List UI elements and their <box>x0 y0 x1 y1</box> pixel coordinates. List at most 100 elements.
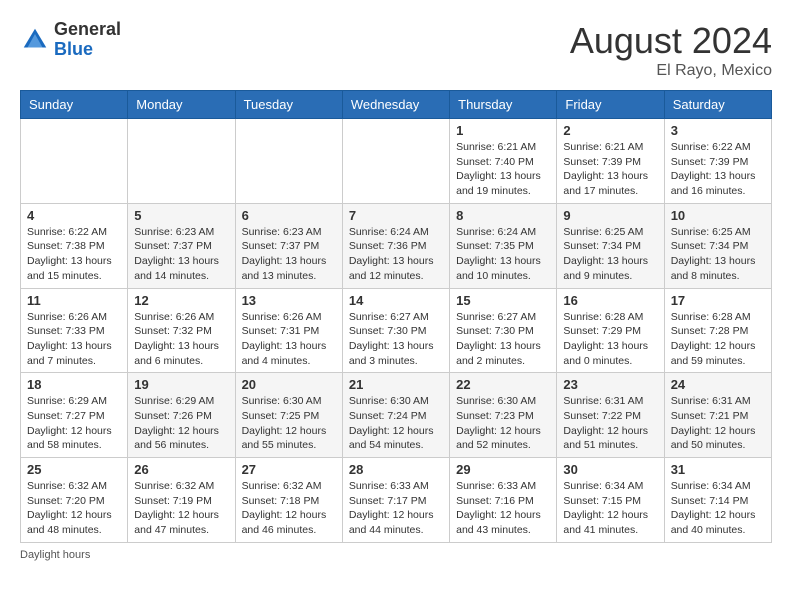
calendar-cell <box>21 119 128 204</box>
day-info: Sunrise: 6:22 AM Sunset: 7:38 PM Dayligh… <box>27 225 121 284</box>
day-info: Sunrise: 6:21 AM Sunset: 7:40 PM Dayligh… <box>456 140 550 199</box>
calendar-header-row: SundayMondayTuesdayWednesdayThursdayFrid… <box>21 91 772 119</box>
day-info: Sunrise: 6:25 AM Sunset: 7:34 PM Dayligh… <box>671 225 765 284</box>
day-info: Sunrise: 6:31 AM Sunset: 7:21 PM Dayligh… <box>671 394 765 453</box>
day-info: Sunrise: 6:32 AM Sunset: 7:19 PM Dayligh… <box>134 479 228 538</box>
day-number: 13 <box>242 293 336 308</box>
footer-note: Daylight hours <box>20 549 772 561</box>
day-number: 3 <box>671 123 765 138</box>
calendar-cell: 25 Sunrise: 6:32 AM Sunset: 7:20 PM Dayli… <box>21 458 128 543</box>
calendar-cell: 2 Sunrise: 6:21 AM Sunset: 7:39 PM Daylig… <box>557 119 664 204</box>
day-info: Sunrise: 6:23 AM Sunset: 7:37 PM Dayligh… <box>134 225 228 284</box>
day-number: 19 <box>134 377 228 392</box>
day-number: 11 <box>27 293 121 308</box>
calendar-header-saturday: Saturday <box>664 91 771 119</box>
day-number: 5 <box>134 208 228 223</box>
day-info: Sunrise: 6:23 AM Sunset: 7:37 PM Dayligh… <box>242 225 336 284</box>
calendar-week-5: 25 Sunrise: 6:32 AM Sunset: 7:20 PM Dayli… <box>21 458 772 543</box>
day-info: Sunrise: 6:32 AM Sunset: 7:18 PM Dayligh… <box>242 479 336 538</box>
day-info: Sunrise: 6:22 AM Sunset: 7:39 PM Dayligh… <box>671 140 765 199</box>
day-number: 25 <box>27 462 121 477</box>
day-number: 26 <box>134 462 228 477</box>
day-number: 2 <box>563 123 657 138</box>
calendar-header-thursday: Thursday <box>450 91 557 119</box>
day-number: 16 <box>563 293 657 308</box>
calendar-cell <box>342 119 449 204</box>
day-info: Sunrise: 6:30 AM Sunset: 7:25 PM Dayligh… <box>242 394 336 453</box>
day-info: Sunrise: 6:30 AM Sunset: 7:23 PM Dayligh… <box>456 394 550 453</box>
month-year: August 2024 <box>570 20 772 62</box>
day-number: 21 <box>349 377 443 392</box>
calendar-week-4: 18Sunrise: 6:29 AM Sunset: 7:27 PM Dayli… <box>21 373 772 458</box>
calendar-cell: 21 Sunrise: 6:30 AM Sunset: 7:24 PM Dayli… <box>342 373 449 458</box>
day-info: Sunrise: 6:28 AM Sunset: 7:29 PM Dayligh… <box>563 310 657 369</box>
logo: General Blue <box>20 20 121 60</box>
day-info: Sunrise: 6:27 AM Sunset: 7:30 PM Dayligh… <box>349 310 443 369</box>
calendar-header-friday: Friday <box>557 91 664 119</box>
calendar-cell: 30Sunrise: 6:34 AM Sunset: 7:15 PM Dayli… <box>557 458 664 543</box>
calendar-cell: 13Sunrise: 6:26 AM Sunset: 7:31 PM Dayli… <box>235 288 342 373</box>
day-number: 28 <box>349 462 443 477</box>
calendar-cell: 14 Sunrise: 6:27 AM Sunset: 7:30 PM Dayli… <box>342 288 449 373</box>
day-number: 8 <box>456 208 550 223</box>
day-number: 7 <box>349 208 443 223</box>
calendar-cell <box>235 119 342 204</box>
logo-icon <box>20 25 50 55</box>
day-info: Sunrise: 6:32 AM Sunset: 7:20 PM Dayligh… <box>27 479 121 538</box>
day-info: Sunrise: 6:21 AM Sunset: 7:39 PM Dayligh… <box>563 140 657 199</box>
calendar-week-1: 1 Sunrise: 6:21 AM Sunset: 7:40 PM Daylig… <box>21 119 772 204</box>
day-info: Sunrise: 6:27 AM Sunset: 7:30 PM Dayligh… <box>456 310 550 369</box>
calendar-cell: 10 Sunrise: 6:25 AM Sunset: 7:34 PM Dayli… <box>664 203 771 288</box>
location: El Rayo, Mexico <box>570 62 772 80</box>
day-number: 17 <box>671 293 765 308</box>
day-number: 27 <box>242 462 336 477</box>
day-number: 12 <box>134 293 228 308</box>
day-info: Sunrise: 6:33 AM Sunset: 7:16 PM Dayligh… <box>456 479 550 538</box>
day-number: 9 <box>563 208 657 223</box>
day-info: Sunrise: 6:28 AM Sunset: 7:28 PM Dayligh… <box>671 310 765 369</box>
calendar-cell: 27 Sunrise: 6:32 AM Sunset: 7:18 PM Dayli… <box>235 458 342 543</box>
calendar-cell: 29 Sunrise: 6:33 AM Sunset: 7:16 PM Dayli… <box>450 458 557 543</box>
calendar-cell: 22 Sunrise: 6:30 AM Sunset: 7:23 PM Dayli… <box>450 373 557 458</box>
day-number: 24 <box>671 377 765 392</box>
day-number: 31 <box>671 462 765 477</box>
calendar-cell: 9 Sunrise: 6:25 AM Sunset: 7:34 PM Daylig… <box>557 203 664 288</box>
day-number: 6 <box>242 208 336 223</box>
day-number: 22 <box>456 377 550 392</box>
calendar-cell: 23 Sunrise: 6:31 AM Sunset: 7:22 PM Dayli… <box>557 373 664 458</box>
logo-text: General Blue <box>54 20 121 60</box>
calendar-cell: 16 Sunrise: 6:28 AM Sunset: 7:29 PM Dayli… <box>557 288 664 373</box>
calendar-cell <box>128 119 235 204</box>
calendar-cell: 20 Sunrise: 6:30 AM Sunset: 7:25 PM Dayli… <box>235 373 342 458</box>
day-info: Sunrise: 6:25 AM Sunset: 7:34 PM Dayligh… <box>563 225 657 284</box>
day-info: Sunrise: 6:24 AM Sunset: 7:35 PM Dayligh… <box>456 225 550 284</box>
title-block: August 2024 El Rayo, Mexico <box>570 20 772 80</box>
calendar-table: SundayMondayTuesdayWednesdayThursdayFrid… <box>20 90 772 543</box>
calendar-cell: 31Sunrise: 6:34 AM Sunset: 7:14 PM Dayli… <box>664 458 771 543</box>
calendar-cell: 28 Sunrise: 6:33 AM Sunset: 7:17 PM Dayli… <box>342 458 449 543</box>
calendar-cell: 6 Sunrise: 6:23 AM Sunset: 7:37 PM Daylig… <box>235 203 342 288</box>
day-number: 30 <box>563 462 657 477</box>
calendar-cell: 12 Sunrise: 6:26 AM Sunset: 7:32 PM Dayli… <box>128 288 235 373</box>
day-number: 20 <box>242 377 336 392</box>
day-info: Sunrise: 6:33 AM Sunset: 7:17 PM Dayligh… <box>349 479 443 538</box>
day-info: Sunrise: 6:30 AM Sunset: 7:24 PM Dayligh… <box>349 394 443 453</box>
calendar-cell: 24 Sunrise: 6:31 AM Sunset: 7:21 PM Dayli… <box>664 373 771 458</box>
day-number: 18 <box>27 377 121 392</box>
day-info: Sunrise: 6:26 AM Sunset: 7:32 PM Dayligh… <box>134 310 228 369</box>
day-number: 23 <box>563 377 657 392</box>
calendar-header-tuesday: Tuesday <box>235 91 342 119</box>
calendar-cell: 1 Sunrise: 6:21 AM Sunset: 7:40 PM Daylig… <box>450 119 557 204</box>
day-number: 10 <box>671 208 765 223</box>
day-info: Sunrise: 6:31 AM Sunset: 7:22 PM Dayligh… <box>563 394 657 453</box>
day-number: 14 <box>349 293 443 308</box>
calendar-cell: 26 Sunrise: 6:32 AM Sunset: 7:19 PM Dayli… <box>128 458 235 543</box>
page-header: General Blue August 2024 El Rayo, Mexico <box>20 20 772 80</box>
day-number: 29 <box>456 462 550 477</box>
calendar-cell: 17 Sunrise: 6:28 AM Sunset: 7:28 PM Dayli… <box>664 288 771 373</box>
calendar-cell: 7 Sunrise: 6:24 AM Sunset: 7:36 PM Daylig… <box>342 203 449 288</box>
day-number: 1 <box>456 123 550 138</box>
logo-blue: Blue <box>54 39 93 59</box>
day-number: 4 <box>27 208 121 223</box>
day-info: Sunrise: 6:24 AM Sunset: 7:36 PM Dayligh… <box>349 225 443 284</box>
